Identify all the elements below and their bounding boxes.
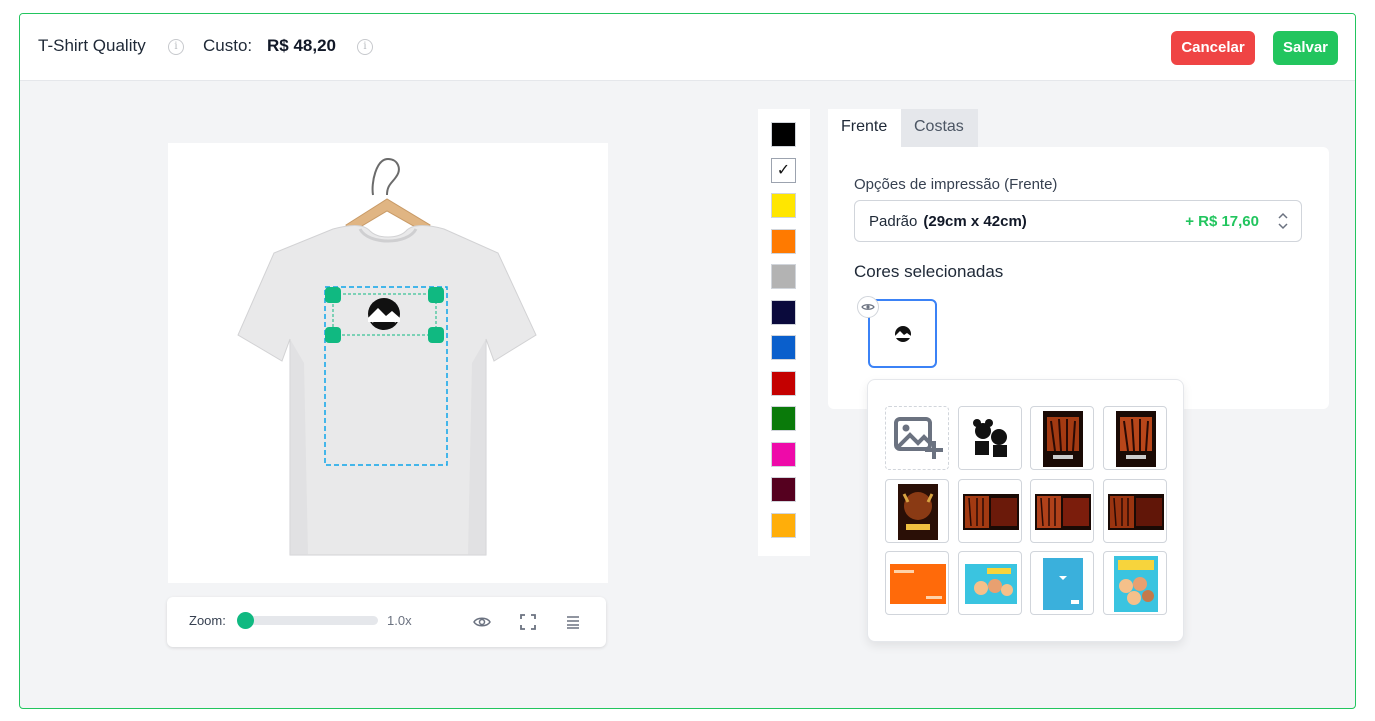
color-swatch-green[interactable] [771,406,796,431]
artwork-image [962,493,1019,530]
selected-design-card[interactable] [857,296,937,368]
artwork-image [898,483,938,540]
gallery-thumb-viking-banner-2[interactable] [1030,478,1094,543]
tshirt-preview [237,157,537,556]
artwork-image [1043,411,1083,467]
resize-handle-bottom-left [325,327,341,343]
zoom-slider-thumb[interactable] [237,612,254,629]
artwork-image [964,564,1017,604]
gallery-thumb-viking-poster-2[interactable] [1102,406,1167,470]
gallery-thumb-kids-cover-1[interactable] [957,551,1022,615]
resize-handle-bottom-right [428,327,444,343]
gallery-thumb-orange-flyer[interactable] [885,551,949,615]
eye-icon[interactable] [857,296,879,318]
color-swatch-orange[interactable] [771,228,796,254]
gallery-thumb-viking-poster-3[interactable] [885,478,949,543]
product-info-icon[interactable]: i [168,39,184,55]
resize-handle-top-left [325,287,341,303]
gallery-thumb-viking-banner-1[interactable] [957,478,1022,543]
color-swatch-black[interactable] [771,122,796,147]
artwork-image [1043,558,1083,610]
color-swatch-blue[interactable] [771,335,796,360]
cancel-button[interactable]: Cancelar [1171,31,1255,65]
gallery-thumb-blue-cover[interactable] [1030,551,1094,615]
color-swatch-navy[interactable] [771,299,796,325]
artwork-image [1115,411,1156,467]
cost-value: R$ 48,20 [267,36,336,55]
color-swatch-wine[interactable] [771,477,796,502]
design-logo [368,298,400,330]
color-swatch-pink[interactable] [771,441,796,467]
cost-info-icon[interactable]: i [357,39,373,55]
shirt-color-palette: ✓ [758,109,810,556]
gallery-thumb-viking-poster-1[interactable] [1030,406,1094,470]
color-swatch-gray[interactable] [771,264,796,289]
zoom-label: Zoom: [189,613,226,628]
cost-label: Custo: [203,36,253,55]
tab-back[interactable]: Costas [901,109,978,147]
preview-eye-icon[interactable] [472,612,492,632]
artwork-image [1107,493,1164,530]
layers-icon[interactable] [563,612,583,632]
zoom-value: 1.0x [387,613,412,628]
zoom-slider[interactable] [245,616,378,625]
print-options-panel: Opções de impressão (Frente) Padrão (29cm… [828,147,1329,409]
add-image-button[interactable] [885,406,949,470]
gallery-thumb-viking-banner-3[interactable] [1102,478,1167,543]
save-button[interactable]: Salvar [1273,31,1338,65]
artwork-gallery [867,379,1184,642]
artwork-image [958,407,1021,469]
chevron-updown-icon [1278,212,1288,230]
color-swatch-red[interactable] [771,370,796,396]
artwork-image [1113,556,1158,612]
print-size-select[interactable]: Padrão (29cm x 42cm) + R$ 17,60 [854,200,1302,242]
print-size-price: + R$ 17,60 [1185,213,1259,230]
resize-handle-top-right [428,287,444,303]
gallery-thumb-mickey-minnie[interactable] [957,406,1022,470]
zoom-toolbar: Zoom: 1.0x [167,597,606,647]
design-thumbnail [895,326,911,342]
design-canvas[interactable] [168,143,608,583]
color-swatch-amber[interactable] [771,512,796,538]
selected-colors-label: Cores selecionadas [854,262,1004,281]
gallery-thumb-kids-cover-2[interactable] [1102,551,1167,615]
print-options-label: Opções de impressão (Frente) [854,176,1058,193]
artwork-image [1035,493,1091,530]
product-name: T-Shirt Quality [38,36,146,55]
color-swatch-white[interactable]: ✓ [771,157,796,183]
artwork-image [890,564,946,604]
add-image-icon [894,417,943,459]
editor-frame: T-Shirt Quality i Custo: R$ 48,20 i Canc… [19,13,1356,709]
color-swatch-yellow[interactable] [771,193,796,218]
tab-front[interactable]: Frente [828,109,901,147]
print-size-value: Padrão (29cm x 42cm) [869,213,1027,230]
fullscreen-icon[interactable] [518,612,538,632]
top-bar: T-Shirt Quality i Custo: R$ 48,20 i Canc… [20,14,1355,81]
